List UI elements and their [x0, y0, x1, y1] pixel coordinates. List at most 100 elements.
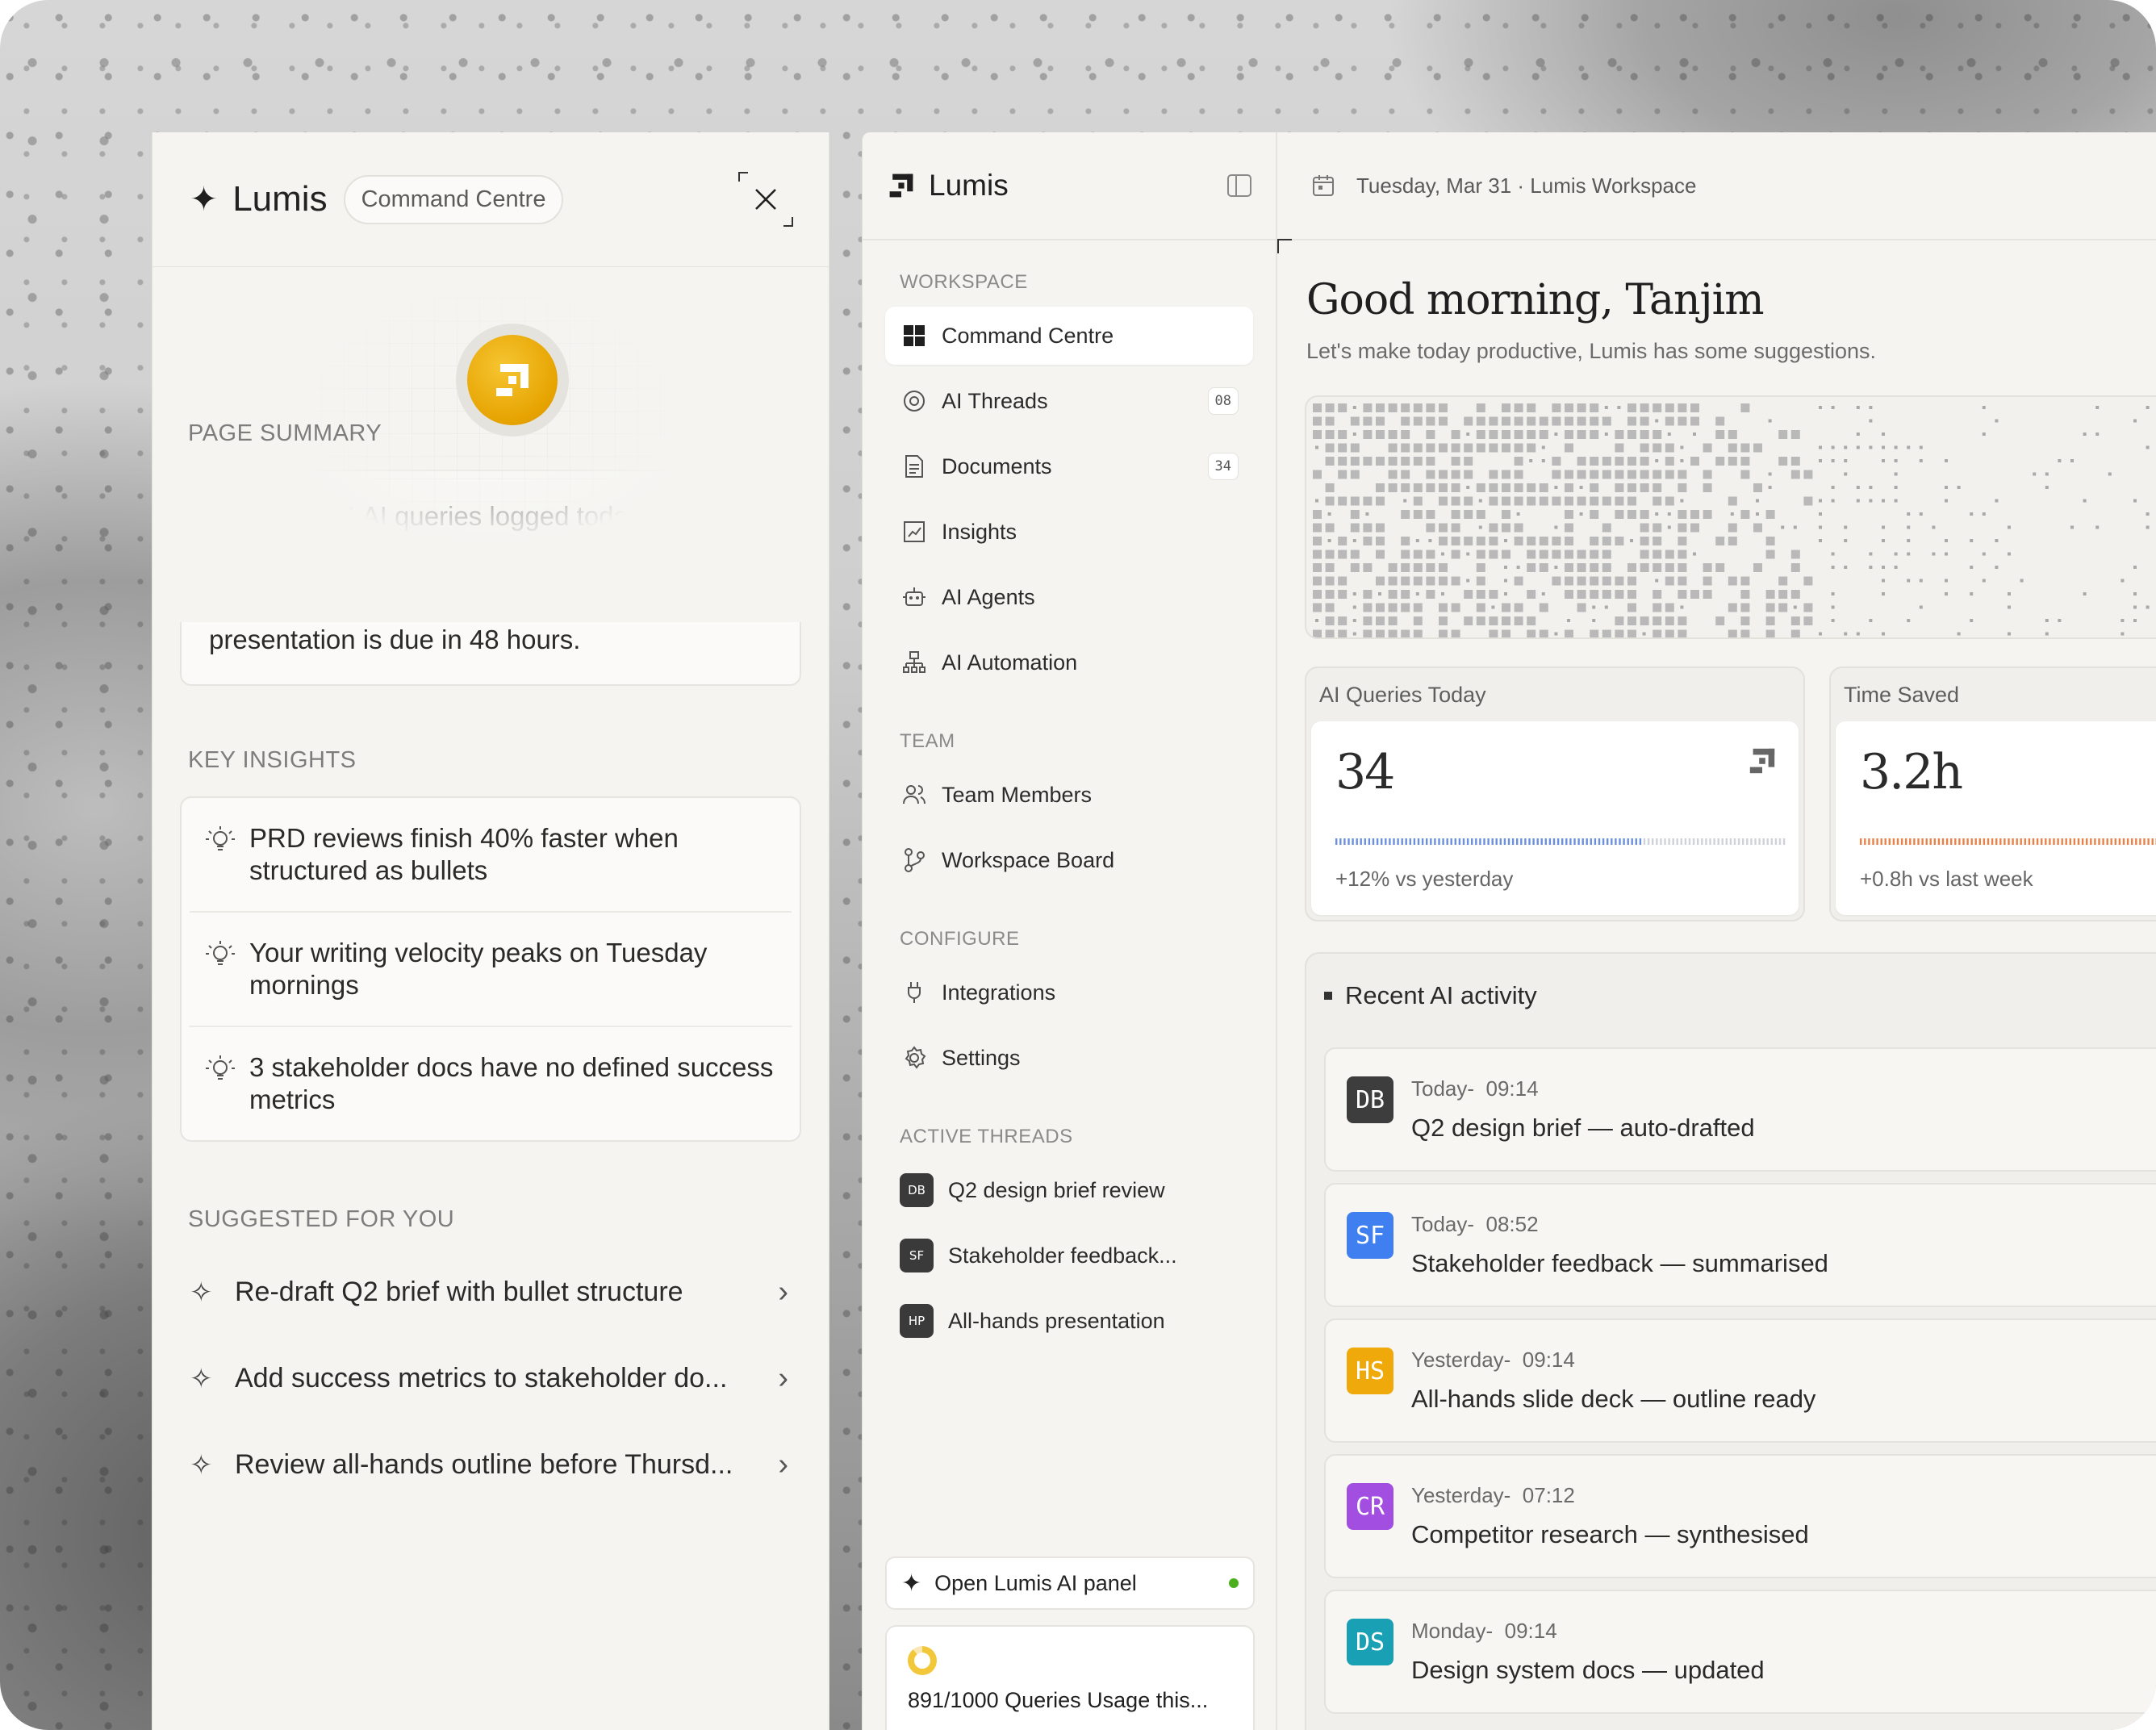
progress-tick [1876, 838, 1878, 845]
matrix-dot [1325, 629, 1335, 637]
activity-title: Design system docs — updated [1411, 1656, 1765, 1684]
matrix-dot [1325, 576, 1335, 586]
open-ai-panel-button[interactable]: ✦ Open Lumis AI panel [885, 1557, 1255, 1610]
matrix-dot [1388, 616, 1398, 625]
matrix-dot [1401, 576, 1410, 586]
corner-mark [1277, 239, 1292, 253]
matrix-dot [1753, 523, 1762, 533]
activity-item[interactable]: SF Today- 08:52 Stakeholder feedback — s… [1324, 1183, 2156, 1307]
matrix-dot [1338, 537, 1348, 545]
matrix-dot [1665, 443, 1674, 453]
matrix-dot [1426, 430, 1435, 439]
activity-item[interactable]: CR Yesterday- 07:12 Competitor research … [1324, 1454, 2156, 1578]
progress-tick [1495, 838, 1498, 845]
matrix-dot [1491, 605, 1495, 609]
matrix-dot [1466, 432, 1470, 436]
sidebar-item-workspace-board[interactable]: Workspace Board [885, 831, 1253, 889]
progress-tick [1438, 838, 1440, 845]
suggestion-item[interactable]: ✧ Re-draft Q2 brief with bullet structur… [153, 1249, 829, 1335]
matrix-dot [1590, 496, 1599, 506]
matrix-dot [1401, 629, 1410, 637]
sidebar-item-ai-automation[interactable]: AI Automation [885, 633, 1253, 692]
matrix-dot [1426, 443, 1435, 453]
active-thread-item[interactable]: SF Stakeholder feedback... [885, 1226, 1253, 1285]
matrix-dot [1401, 550, 1410, 559]
active-thread-item[interactable]: DB Q2 design brief review [885, 1161, 1253, 1219]
progress-tick [1750, 838, 1753, 845]
progress-tick [1676, 838, 1678, 845]
matrix-dot [2008, 552, 2011, 556]
matrix-dot [1552, 537, 1561, 545]
sidebar-item-label: Insights [942, 519, 1017, 544]
count-badge: 34 [1207, 453, 1239, 480]
matrix-dot [1640, 523, 1649, 533]
matrix-dot [1325, 483, 1335, 492]
matrix-dot [1514, 603, 1523, 612]
ai-orb [456, 324, 569, 437]
sidebar-item-team-members[interactable]: Team Members [885, 766, 1253, 824]
matrix-dot [1790, 629, 1800, 637]
matrix-dot [1325, 430, 1335, 439]
matrix-dot [1703, 590, 1712, 599]
ai-panel-brand: Lumis [232, 179, 328, 219]
matrix-dot [1552, 550, 1561, 559]
matrix-dot [1590, 457, 1599, 466]
matrix-dot [1552, 457, 1561, 466]
progress-tick [1983, 838, 1986, 845]
matrix-dot [1790, 590, 1800, 599]
matrix-dot [1539, 563, 1548, 572]
sidebar-item-settings[interactable]: Settings [885, 1029, 1253, 1087]
matrix-dot [1756, 512, 1759, 516]
sidebar-item-ai-agents[interactable]: AI Agents [885, 568, 1253, 626]
branch-icon [900, 846, 929, 875]
progress-tick [1524, 838, 1527, 845]
sidebar-item-documents[interactable]: Documents 34 [885, 437, 1253, 495]
matrix-dot [1363, 629, 1373, 637]
matrix-dot [1315, 445, 1318, 449]
matrix-dot [1793, 605, 1797, 609]
sidebar-item-ai-threads[interactable]: AI Threads 08 [885, 372, 1253, 430]
matrix-dot [1325, 616, 1335, 625]
suggestion-item[interactable]: ✧ Review all-hands outline before Thursd… [153, 1422, 829, 1508]
sidebar-item-insights[interactable]: Insights [885, 503, 1253, 561]
matrix-dot [1982, 406, 1986, 409]
progress-tick [1737, 838, 1740, 845]
matrix-dot [1539, 483, 1548, 492]
matrix-dot [1590, 576, 1599, 586]
activity-time: Yesterday- 07:12 [1411, 1483, 1575, 1507]
matrix-dot [1565, 629, 1573, 637]
matrix-dot [1665, 616, 1674, 625]
progress-tick [2143, 838, 2146, 845]
matrix-dot [1352, 619, 1356, 622]
matrix-dot [1790, 550, 1800, 559]
matrix-dot [1554, 525, 1558, 529]
matrix-dot [1527, 616, 1536, 625]
progress-tick [1335, 838, 1338, 845]
progress-tick [1458, 838, 1461, 845]
matrix-dot [1678, 563, 1687, 572]
suggestion-item[interactable]: ✧ Add success metrics to stakeholder do.… [153, 1335, 829, 1422]
matrix-dot [1502, 496, 1510, 506]
activity-item[interactable]: HS Yesterday- 09:14 All-hands slide deck… [1324, 1318, 2156, 1443]
sidebar-item-integrations[interactable]: Integrations [885, 963, 1253, 1022]
activity-avatar: DB [1347, 1076, 1393, 1123]
matrix-dot [1869, 499, 1873, 503]
matrix-dot [2008, 605, 2011, 609]
close-panel-button[interactable] [738, 172, 793, 227]
matrix-dot [1413, 496, 1423, 506]
matrix-dot [1529, 459, 1533, 462]
activity-item[interactable]: DS Monday- 09:14 Design system docs — up… [1324, 1590, 2156, 1714]
matrix-dot [1604, 605, 1608, 609]
activity-avatar: SF [1347, 1212, 1393, 1259]
matrix-dot [1327, 539, 1331, 542]
matrix-dot [1653, 603, 1662, 612]
sidebar-item-command-centre[interactable]: Command Centre [885, 307, 1253, 365]
matrix-dot [1778, 603, 1788, 612]
activity-item[interactable]: DB Today- 09:14 Q2 design brief — auto-d… [1324, 1047, 2156, 1172]
progress-tick [1602, 838, 1605, 845]
active-thread-item[interactable]: HP All-hands presentation [885, 1292, 1253, 1350]
sidebar-toggle-icon[interactable] [1227, 174, 1251, 197]
matrix-dot [1869, 406, 1873, 409]
matrix-dot [1640, 403, 1649, 412]
matrix-dot [1426, 550, 1435, 559]
